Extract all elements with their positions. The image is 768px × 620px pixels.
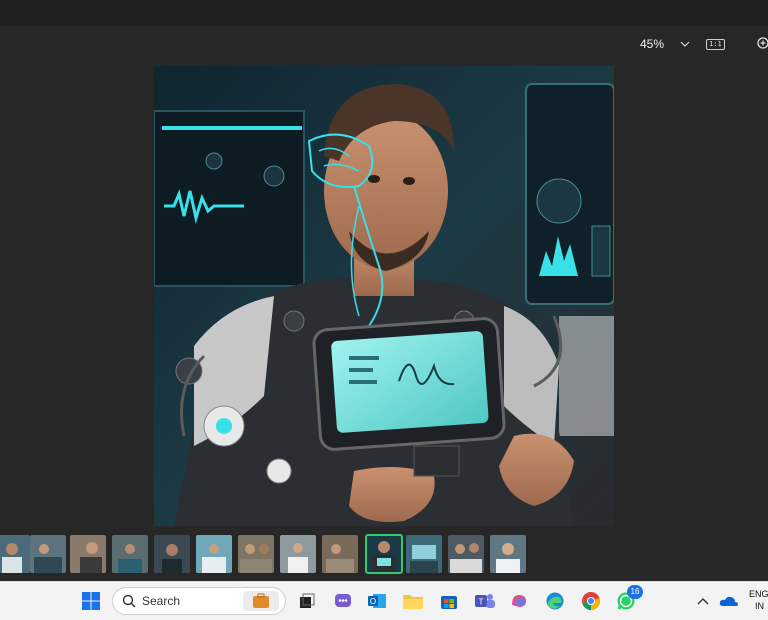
thumbnail-selected[interactable] xyxy=(365,534,403,574)
file-explorer-icon[interactable] xyxy=(402,590,424,612)
svg-text:O: O xyxy=(370,597,376,606)
svg-text:T: T xyxy=(479,598,484,607)
microsoft-store-icon[interactable] xyxy=(438,590,460,612)
thumbnail[interactable] xyxy=(322,535,358,573)
language-indicator[interactable]: ENG IN xyxy=(749,588,768,612)
start-windows-icon[interactable] xyxy=(80,590,102,612)
outlook-icon[interactable]: O xyxy=(366,590,388,612)
thumbnail[interactable] xyxy=(30,535,66,573)
thumbnail[interactable] xyxy=(406,535,442,573)
filmstrip xyxy=(0,534,768,575)
thumbnail[interactable] xyxy=(490,535,526,573)
language-code: ENG xyxy=(749,589,768,599)
search-icon xyxy=(122,594,136,608)
teams-icon[interactable]: T xyxy=(474,590,496,612)
actual-size-button[interactable]: 1:1 xyxy=(706,38,725,50)
chevron-down-icon[interactable] xyxy=(678,37,692,51)
zoom-controls: 45% 1:1 xyxy=(640,37,725,51)
thumbnail[interactable] xyxy=(280,535,316,573)
thumbnail[interactable] xyxy=(0,535,30,573)
chrome-icon[interactable] xyxy=(580,590,602,612)
search-placeholder: Search xyxy=(142,594,181,608)
region-code: IN xyxy=(755,601,764,611)
edge-icon[interactable] xyxy=(544,590,566,612)
chevron-up-icon[interactable] xyxy=(692,590,714,612)
thumbnail[interactable] xyxy=(70,535,106,573)
thumbnail[interactable] xyxy=(112,535,148,573)
teams-chat-icon[interactable] xyxy=(332,590,354,612)
thumbnail[interactable] xyxy=(238,535,274,573)
thumbnail[interactable] xyxy=(448,535,484,573)
thumbnail[interactable] xyxy=(154,535,190,573)
thumbnail[interactable] xyxy=(196,535,232,573)
copilot-icon[interactable] xyxy=(508,590,530,612)
zoom-level[interactable]: 45% xyxy=(640,37,664,51)
taskbar-search[interactable]: Search xyxy=(112,587,286,615)
zoom-in-icon[interactable] xyxy=(756,36,768,52)
whatsapp-notification-badge: 16 xyxy=(627,585,643,599)
main-image[interactable] xyxy=(154,66,614,526)
onedrive-icon[interactable] xyxy=(718,590,740,612)
title-bar xyxy=(0,0,768,26)
task-view-icon[interactable] xyxy=(296,590,318,612)
taskbar: Search O T xyxy=(0,581,768,620)
briefcase-icon[interactable] xyxy=(243,591,279,611)
